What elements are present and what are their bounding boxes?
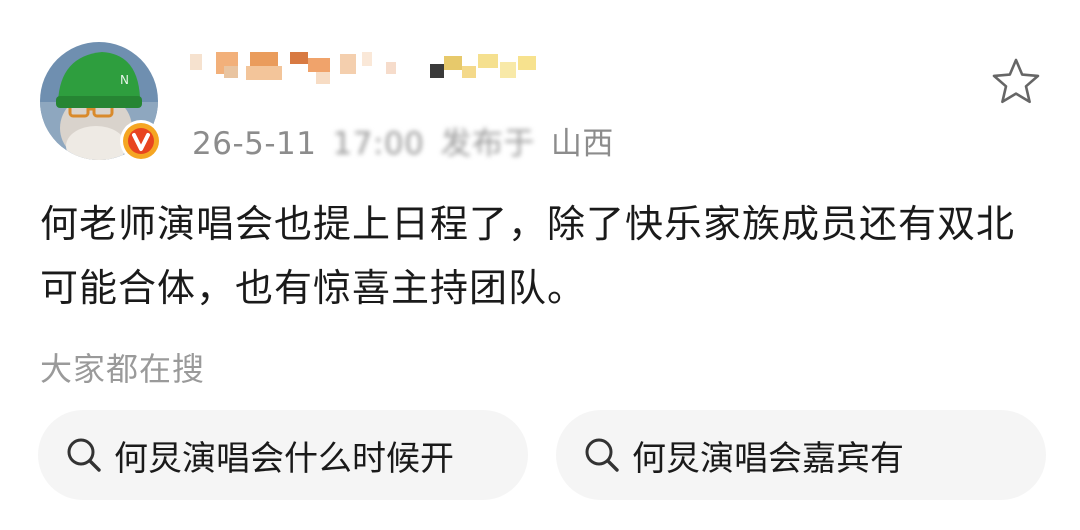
search-suggestion-chip[interactable]: 何炅演唱会什么时候开 xyxy=(38,410,528,500)
search-icon xyxy=(585,438,619,472)
post-date: 26-5-11 xyxy=(192,126,317,162)
svg-text:N: N xyxy=(120,73,129,87)
post-location: 山西 xyxy=(550,126,614,162)
username-redacted[interactable] xyxy=(190,48,550,96)
post-time: 17:00 xyxy=(332,126,425,162)
search-icon xyxy=(67,438,101,472)
search-suggestion-label: 何炅演唱会什么时候开 xyxy=(114,438,454,479)
star-outline-icon[interactable] xyxy=(990,56,1042,108)
search-section-heading: 大家都在搜 xyxy=(40,350,206,388)
search-suggestion-label: 何炅演唱会嘉宾有 xyxy=(632,438,904,479)
publish-prefix: 发布于 xyxy=(440,126,535,162)
verified-badge-icon xyxy=(120,120,162,162)
post-body: 何老师演唱会也提上日程了，除了快乐家族成员还有双北可能合体，也有惊喜主持团队。 xyxy=(40,202,1016,310)
search-suggestion-chip[interactable]: 何炅演唱会嘉宾有 xyxy=(556,410,1046,500)
post-meta: 26-5-11 17:00 发布于 山西 xyxy=(192,118,630,162)
